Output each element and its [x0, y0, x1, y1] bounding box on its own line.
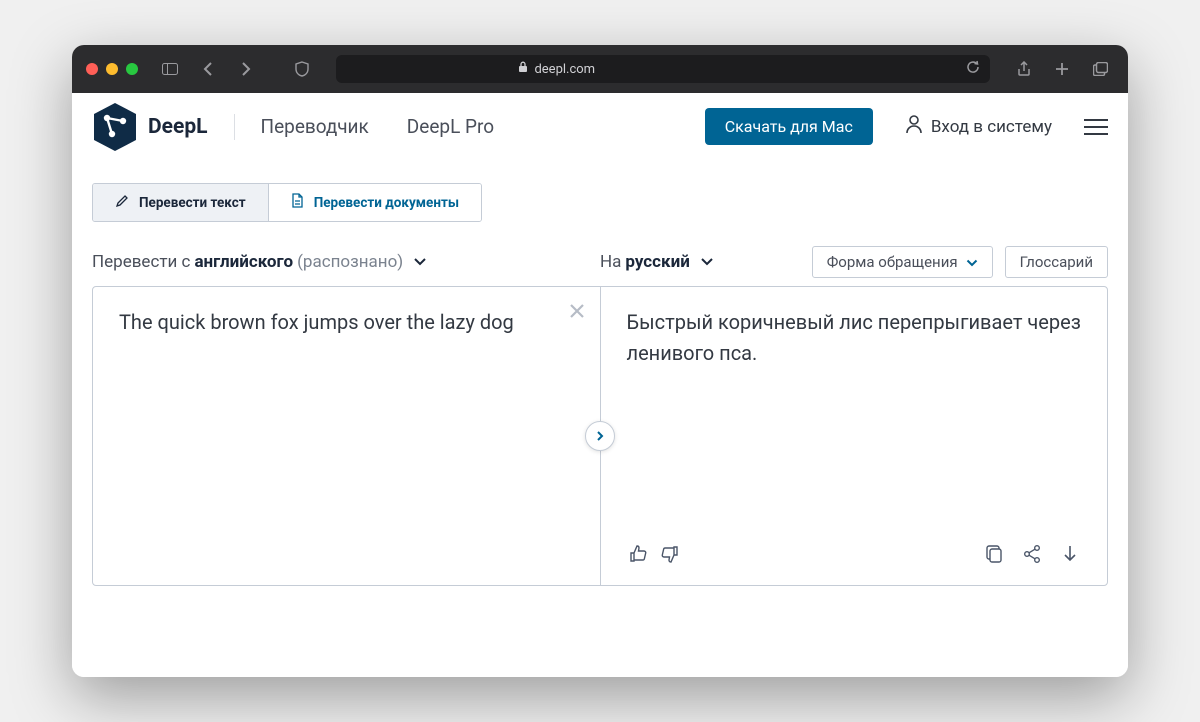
thumbs-down-button[interactable]	[659, 543, 681, 565]
formality-selector[interactable]: Форма обращения	[812, 246, 993, 278]
mode-tabs: Перевести текст Перевести документы	[92, 183, 482, 222]
user-icon	[905, 114, 923, 139]
deepl-logo-icon	[92, 101, 138, 153]
translator-panel: The quick brown fox jumps over the lazy …	[92, 286, 1108, 586]
tab-translate-text[interactable]: Перевести текст	[93, 184, 268, 221]
tab-label: Перевести документы	[314, 195, 459, 211]
forward-button[interactable]	[232, 55, 260, 83]
nav-pro[interactable]: DeepL Pro	[407, 115, 494, 138]
source-prefix: Перевести с	[92, 252, 190, 272]
brand-name: DeepL	[148, 115, 208, 139]
pencil-icon	[115, 194, 129, 212]
address-bar[interactable]: deepl.com	[336, 55, 990, 83]
formality-label: Форма обращения	[827, 253, 958, 271]
target-language: русский	[625, 252, 689, 272]
output-toolbar	[627, 543, 1082, 565]
minimize-window-button[interactable]	[106, 63, 118, 75]
new-tab-button[interactable]	[1048, 55, 1076, 83]
chevron-down-icon	[413, 252, 427, 272]
reload-button[interactable]	[966, 60, 980, 78]
divider	[234, 114, 235, 140]
source-language: английского	[194, 252, 293, 272]
document-icon	[291, 193, 304, 212]
language-bar: Перевести с английского (распознано) На …	[92, 246, 1108, 278]
share-button[interactable]	[1021, 543, 1043, 565]
thumbs-up-button[interactable]	[627, 543, 649, 565]
swap-languages-button[interactable]	[585, 421, 615, 451]
sidebar-toggle-button[interactable]	[156, 55, 184, 83]
login-label: Вход в систему	[931, 117, 1052, 137]
browser-window: deepl.com	[72, 45, 1128, 677]
brand-logo[interactable]: DeepL	[92, 101, 208, 153]
glossary-label: Глоссарий	[1020, 253, 1093, 271]
browser-chrome: deepl.com	[72, 45, 1128, 93]
tabs-button[interactable]	[1086, 55, 1114, 83]
source-pane: The quick brown fox jumps over the lazy …	[93, 287, 600, 585]
login-link[interactable]: Вход в систему	[905, 114, 1052, 139]
source-text-input[interactable]: The quick brown fox jumps over the lazy …	[119, 307, 574, 338]
clear-button[interactable]	[568, 301, 586, 326]
glossary-button[interactable]: Глоссарий	[1005, 246, 1108, 278]
share-button[interactable]	[1010, 55, 1038, 83]
chevron-down-icon	[700, 252, 714, 272]
close-window-button[interactable]	[86, 63, 98, 75]
target-prefix: На	[600, 252, 621, 272]
tab-label: Перевести текст	[139, 195, 246, 211]
lock-icon	[518, 61, 528, 77]
window-controls	[86, 63, 138, 75]
shield-icon[interactable]	[288, 55, 316, 83]
site-header: DeepL Переводчик DeepL Pro Скачать для M…	[72, 93, 1128, 161]
target-language-selector[interactable]: На русский	[600, 252, 714, 272]
url-host: deepl.com	[534, 62, 595, 77]
target-pane: Быстрый коричневый лис перепрыгивает чер…	[600, 287, 1108, 585]
maximize-window-button[interactable]	[126, 63, 138, 75]
back-button[interactable]	[194, 55, 222, 83]
source-language-selector[interactable]: Перевести с английского (распознано)	[92, 252, 427, 272]
page-content: Перевести текст Перевести документы Пере…	[72, 161, 1128, 677]
chevron-down-icon	[966, 253, 978, 271]
download-button[interactable]	[1059, 543, 1081, 565]
nav-translator[interactable]: Переводчик	[261, 115, 369, 138]
menu-button[interactable]	[1084, 119, 1108, 135]
detected-label: (распознано)	[297, 252, 403, 272]
copy-button[interactable]	[983, 543, 1005, 565]
target-text-output: Быстрый коричневый лис перепрыгивает чер…	[627, 307, 1082, 369]
tab-translate-documents[interactable]: Перевести документы	[268, 184, 481, 221]
download-button[interactable]: Скачать для Mac	[705, 108, 873, 145]
